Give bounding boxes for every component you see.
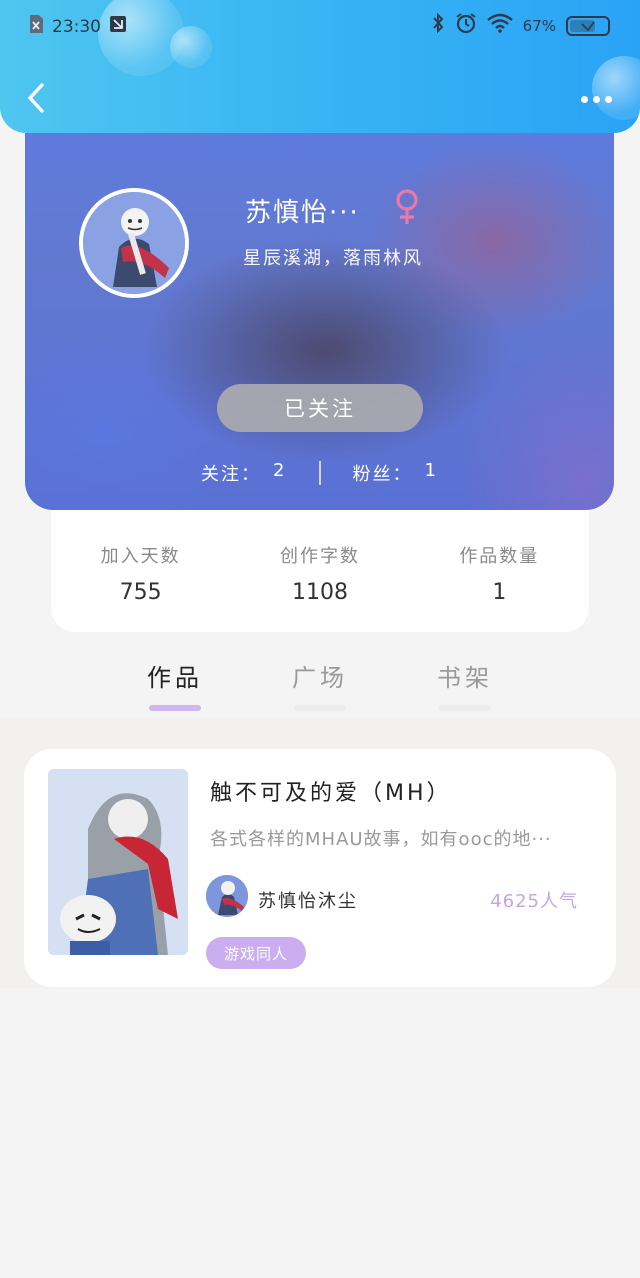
- wifi-icon: [486, 13, 513, 38]
- tab-indicator: [439, 705, 491, 711]
- stat-value: 1108: [291, 580, 348, 605]
- stat-works-count: 作品数量 1: [429, 542, 569, 605]
- top-header: 23:30 67%: [0, 0, 640, 133]
- tab-indicator: [149, 705, 201, 711]
- sim-icon: [28, 14, 44, 39]
- screenshot-icon: [109, 15, 127, 38]
- author-name[interactable]: 苏慎怡沐尘: [258, 887, 358, 913]
- tab-bar: 作品 广场 书架: [0, 646, 640, 718]
- stats-card: 加入天数 755 创作字数 1108 作品数量 1: [51, 500, 589, 632]
- tab-bookshelf[interactable]: 书架: [393, 646, 538, 718]
- stat-join-days: 加入天数 755: [71, 542, 211, 605]
- tab-label: 书架: [437, 664, 493, 692]
- tab-label: 广场: [292, 664, 348, 692]
- chevron-left-icon: [28, 83, 44, 113]
- status-bar: 23:30 67%: [0, 0, 640, 50]
- work-cover-image[interactable]: [48, 769, 188, 955]
- tab-indicator: [294, 705, 346, 711]
- battery-text: 67%: [522, 16, 556, 35]
- stat-label: 作品数量: [459, 546, 540, 567]
- followers-label: 粉丝：: [352, 464, 413, 485]
- follow-stats: 关注： 2 粉丝： 1: [25, 458, 614, 488]
- more-options-button[interactable]: [576, 84, 616, 114]
- tab-works[interactable]: 作品: [103, 646, 248, 718]
- battery-icon: [566, 15, 610, 36]
- profile-bio: 星辰溪湖，落雨林风: [243, 248, 423, 269]
- more-dots-icon: [580, 95, 588, 103]
- female-icon: [393, 188, 421, 230]
- tab-plaza[interactable]: 广场: [248, 646, 393, 718]
- username: 苏慎怡···: [245, 198, 360, 228]
- following-count: 2: [273, 460, 287, 481]
- avatar[interactable]: [79, 188, 189, 298]
- work-card[interactable]: 触不可及的爱（MH） 各式各样的MHAU故事，如有ooc的地··· 苏慎怡沐尘 …: [24, 749, 616, 987]
- followers-count: 1: [424, 460, 438, 481]
- followers-stat[interactable]: 粉丝： 1: [353, 460, 438, 486]
- stat-word-count: 创作字数 1108: [250, 542, 390, 605]
- author-avatar[interactable]: [206, 875, 248, 917]
- genre-tag[interactable]: 游戏同人: [206, 937, 307, 969]
- following-stat[interactable]: 关注： 2: [201, 460, 286, 486]
- alarm-icon: [455, 12, 477, 39]
- following-label: 关注：: [201, 464, 262, 485]
- stat-divider: [318, 461, 321, 485]
- followed-button[interactable]: 已关注: [217, 384, 423, 432]
- back-button[interactable]: [18, 78, 54, 118]
- profile-card: 苏慎怡··· 星辰溪湖，落雨林风 已关注 关注： 2 粉丝： 1: [25, 100, 614, 510]
- stat-value: 755: [119, 580, 162, 605]
- bluetooth-icon: [431, 12, 445, 39]
- status-time: 23:30: [52, 16, 101, 37]
- stat-value: 1: [492, 580, 507, 605]
- tab-label: 作品: [147, 664, 203, 692]
- stat-label: 加入天数: [100, 546, 181, 567]
- stat-label: 创作字数: [279, 546, 360, 567]
- work-description: 各式各样的MHAU故事，如有ooc的地···: [210, 829, 552, 850]
- work-title[interactable]: 触不可及的爱（MH）: [210, 775, 452, 807]
- popularity-count: 4625人气: [490, 891, 578, 912]
